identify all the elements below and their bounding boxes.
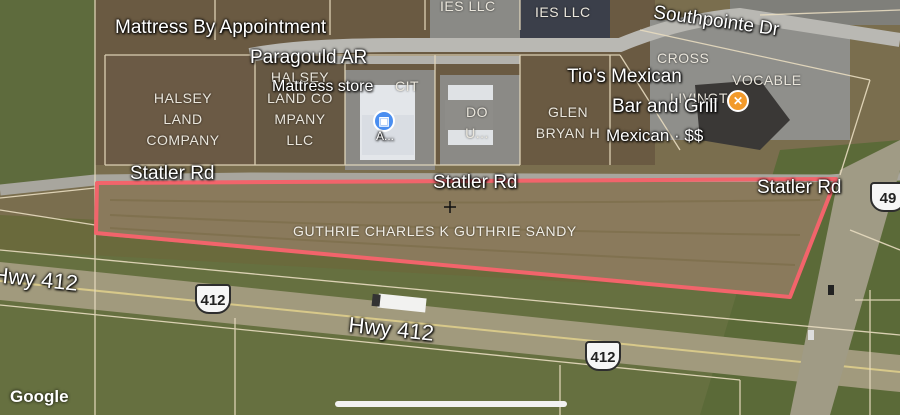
poi-mattress-title[interactable]: Mattress By Appointment: [115, 17, 326, 39]
poi-tios-title-line2[interactable]: Bar and Grill: [612, 96, 718, 118]
hwy-49-shield: 49: [870, 182, 900, 212]
road-label-statler-east: Statler Rd: [757, 177, 842, 198]
parcel-label-ies-llc: IES LLC: [535, 4, 591, 20]
poi-mattress-category[interactable]: Mattress store: [272, 78, 373, 96]
home-indicator[interactable]: [335, 401, 567, 407]
parcel-label-halsey-land-company: HALSEY LAND COMPANY: [146, 90, 220, 148]
road-label-statler-center: Statler Rd: [433, 172, 518, 193]
google-logo: Google: [10, 387, 69, 406]
parcel-owner-label: GUTHRIE CHARLES K GUTHRIE SANDY: [293, 223, 577, 239]
parcel-label-ies-llc: IES LLC: [440, 0, 496, 14]
parcel-label-dou: DO U...: [465, 104, 489, 141]
poi-tios-title-line1[interactable]: Tio's Mexican: [567, 66, 682, 88]
hwy-412-shield: 412: [585, 341, 621, 371]
parcel-label-vocable: VOCABLE: [732, 72, 802, 88]
parcel-label-glen-bryan: GLEN BRYAN H: [535, 104, 601, 141]
poi-mattress-pin-caption: A...: [376, 129, 395, 143]
hwy-412-shield: 412: [195, 284, 231, 314]
poi-tios-category[interactable]: Mexican · $$: [606, 126, 703, 146]
satellite-imagery: [0, 0, 900, 415]
poi-mattress-subtitle[interactable]: Paragould AR: [250, 47, 367, 69]
fork-knife-icon[interactable]: ✕: [727, 90, 749, 112]
parcel-label-cit: CIT: [395, 78, 420, 94]
road-label-statler-west: Statler Rd: [130, 163, 215, 184]
map-view[interactable]: Statler Rd Statler Rd Statler Rd Southpo…: [0, 0, 900, 415]
